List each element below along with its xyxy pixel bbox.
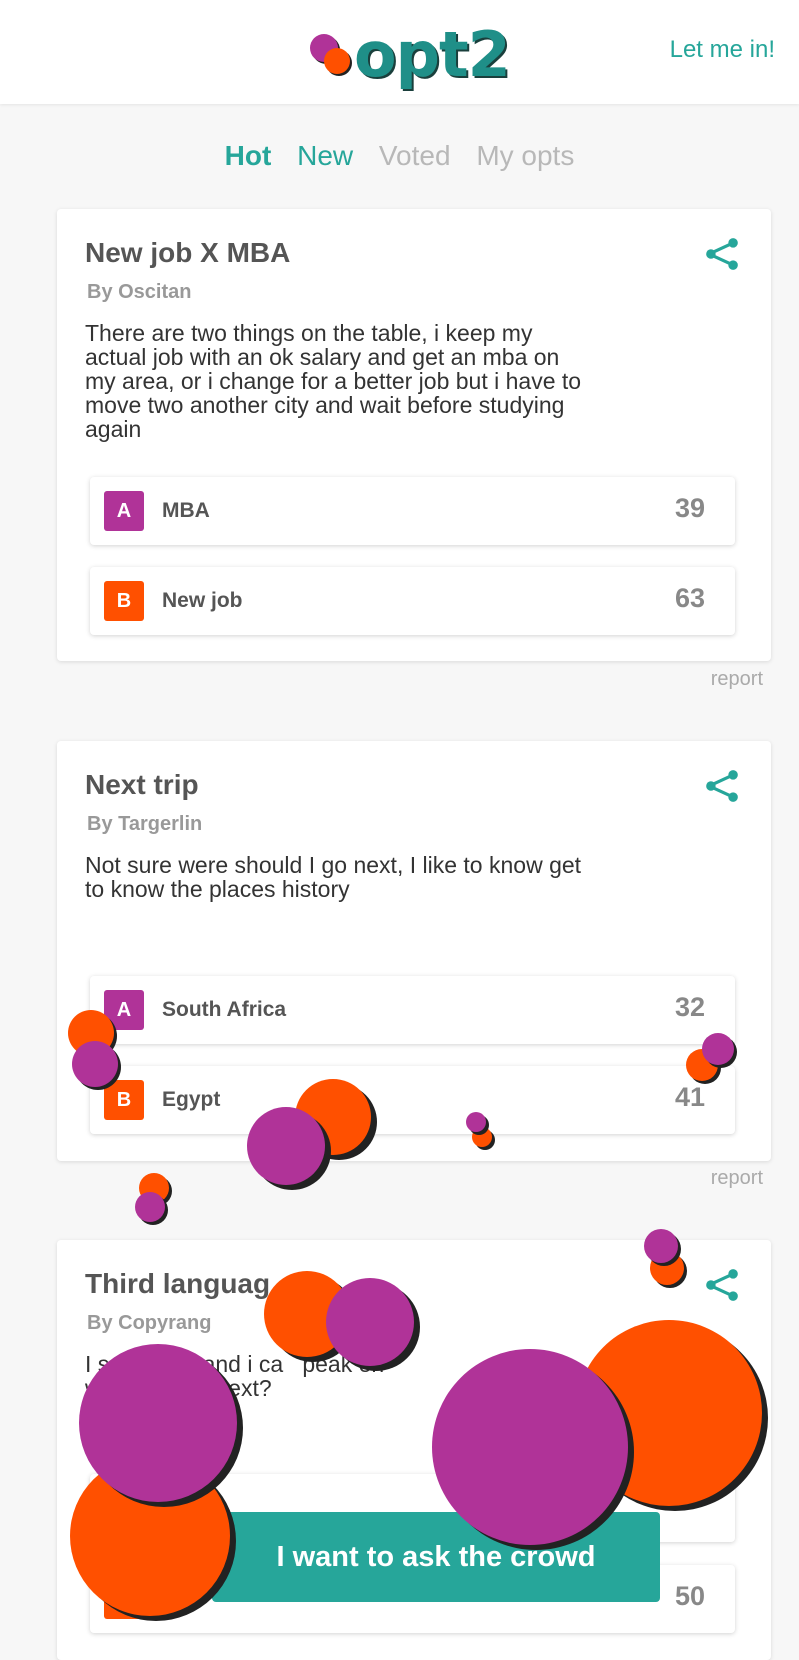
logo-text: opt2	[354, 18, 511, 91]
decorative-bubble	[326, 1278, 414, 1366]
tab-voted[interactable]: Voted	[379, 140, 451, 171]
poll-title[interactable]: Next trip	[85, 769, 199, 801]
option-label: South Africa	[162, 998, 287, 1021]
poll-option-b[interactable]: B New job 63	[90, 567, 735, 635]
poll-title[interactable]: New job X MBA	[85, 237, 290, 269]
ask-crowd-button[interactable]: I want to ask the crowd	[212, 1512, 660, 1602]
header: opt2 Let me in!	[0, 0, 799, 104]
poll-card: Next trip By Targerlin Not sure were sho…	[57, 741, 771, 1161]
decorative-bubble	[72, 1041, 118, 1087]
option-letter-badge: A	[104, 491, 144, 531]
share-icon[interactable]	[703, 235, 741, 273]
vote-count: 41	[674, 1082, 705, 1112]
decorative-bubble	[466, 1112, 486, 1132]
decorative-bubble	[702, 1033, 734, 1065]
option-letter-badge: B	[104, 1080, 144, 1120]
report-link[interactable]: report	[711, 668, 763, 691]
poll-title[interactable]: Third languag	[85, 1268, 270, 1300]
poll-author[interactable]: By Copyrang	[87, 1312, 211, 1335]
vote-count: 39	[674, 493, 705, 523]
poll-option-b[interactable]: B Egypt 41	[90, 1066, 735, 1134]
share-icon[interactable]	[703, 1266, 741, 1304]
logo[interactable]: opt2	[308, 18, 518, 94]
decorative-bubble	[432, 1349, 628, 1545]
feed-tabs: Hot New Voted My opts	[0, 140, 799, 172]
tab-new[interactable]: New	[297, 140, 353, 171]
poll-option-a[interactable]: A MBA 39	[90, 477, 735, 545]
poll-author[interactable]: By Targerlin	[87, 813, 202, 836]
poll-description: There are two things on the table, i kee…	[85, 320, 582, 442]
poll-option-a[interactable]: A South Africa 32	[90, 976, 735, 1044]
tab-my-opts[interactable]: My opts	[476, 140, 574, 171]
report-link[interactable]: report	[711, 1167, 763, 1190]
decorative-bubble	[644, 1229, 678, 1263]
option-label: New job	[162, 589, 243, 612]
logo-dot-orange	[324, 48, 350, 74]
vote-count: 63	[674, 583, 705, 613]
login-link[interactable]: Let me in!	[670, 36, 775, 64]
poll-author[interactable]: By Oscitan	[87, 281, 191, 304]
vote-count: 32	[674, 992, 705, 1022]
poll-card: New job X MBA By Oscitan There are two t…	[57, 209, 771, 661]
tab-hot[interactable]: Hot	[225, 140, 272, 171]
option-letter-badge: B	[104, 581, 144, 621]
decorative-bubble	[79, 1344, 237, 1502]
option-label: MBA	[162, 499, 210, 522]
poll-description: Not sure were should I go next, I like t…	[85, 852, 582, 902]
share-icon[interactable]	[703, 767, 741, 805]
option-label: Egypt	[162, 1088, 221, 1111]
decorative-bubble	[247, 1107, 325, 1185]
decorative-bubble	[135, 1192, 165, 1222]
vote-count: 50	[674, 1581, 705, 1611]
